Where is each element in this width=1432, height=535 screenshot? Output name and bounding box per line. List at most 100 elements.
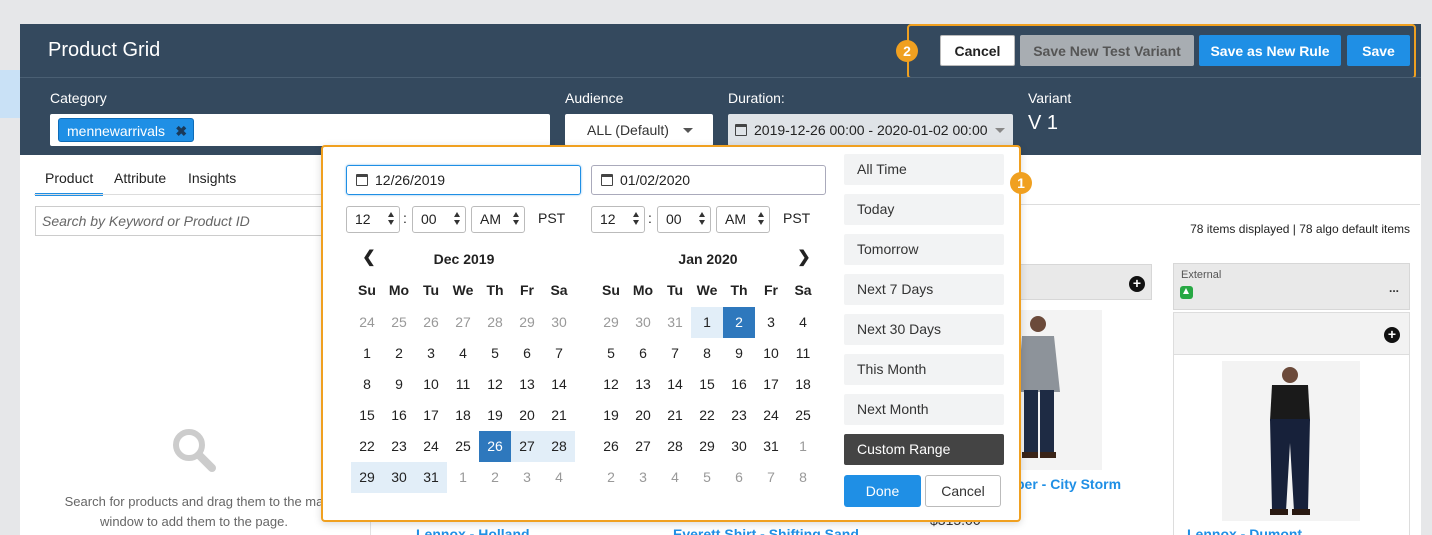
- calendar-day[interactable]: 12: [595, 369, 627, 400]
- calendar-day[interactable]: 29: [691, 431, 723, 462]
- calendar-day[interactable]: 21: [543, 400, 575, 431]
- calendar-day[interactable]: 20: [511, 400, 543, 431]
- more-options-icon[interactable]: ...: [1389, 281, 1399, 295]
- range-option[interactable]: All Time: [844, 154, 1004, 185]
- calendar-day[interactable]: 27: [511, 431, 543, 462]
- tab-attribute[interactable]: Attribute: [114, 170, 166, 186]
- calendar-day[interactable]: 1: [447, 462, 479, 493]
- calendar-day[interactable]: 26: [595, 431, 627, 462]
- calendar-day[interactable]: 2: [383, 338, 415, 369]
- calendar-day[interactable]: 2: [479, 462, 511, 493]
- calendar-day[interactable]: 1: [351, 338, 383, 369]
- calendar-day[interactable]: 1: [691, 307, 723, 338]
- calendar-day[interactable]: 15: [351, 400, 383, 431]
- range-option[interactable]: Next 7 Days: [844, 274, 1004, 305]
- calendar-day[interactable]: 13: [511, 369, 543, 400]
- calendar-day[interactable]: 10: [755, 338, 787, 369]
- calendar-day[interactable]: 29: [595, 307, 627, 338]
- end-date-input[interactable]: 01/02/2020: [591, 165, 826, 195]
- end-hour-select[interactable]: 12: [591, 206, 645, 233]
- calendar-day[interactable]: 28: [479, 307, 511, 338]
- end-ampm-select[interactable]: AM: [716, 206, 770, 233]
- product-name[interactable]: ber - City Storm: [1016, 476, 1121, 492]
- calendar-day[interactable]: 3: [755, 307, 787, 338]
- category-chip[interactable]: mennewarrivals ✖: [58, 118, 195, 143]
- calendar-day[interactable]: 5: [595, 338, 627, 369]
- calendar-day[interactable]: 3: [415, 338, 447, 369]
- calendar-day[interactable]: 1: [787, 431, 819, 462]
- calendar-day[interactable]: 22: [691, 400, 723, 431]
- calendar-day[interactable]: 18: [787, 369, 819, 400]
- product-name[interactable]: Lennox - Dumont: [1187, 526, 1302, 535]
- calendar-day[interactable]: 7: [755, 462, 787, 493]
- calendar-day[interactable]: 4: [447, 338, 479, 369]
- calendar-day[interactable]: 16: [723, 369, 755, 400]
- calendar-day[interactable]: 11: [447, 369, 479, 400]
- calendar-day[interactable]: 21: [659, 400, 691, 431]
- calendar-day[interactable]: 9: [723, 338, 755, 369]
- category-input[interactable]: mennewarrivals ✖: [50, 114, 550, 146]
- chip-remove-icon[interactable]: ✖: [175, 119, 187, 143]
- calendar-day[interactable]: 30: [627, 307, 659, 338]
- add-icon[interactable]: +: [1384, 327, 1400, 343]
- calendar-day[interactable]: 29: [511, 307, 543, 338]
- start-minute-select[interactable]: 00: [412, 206, 466, 233]
- calendar-day[interactable]: 4: [659, 462, 691, 493]
- calendar-day[interactable]: 7: [543, 338, 575, 369]
- calendar-day[interactable]: 4: [543, 462, 575, 493]
- calendar-day[interactable]: 8: [787, 462, 819, 493]
- duration-select[interactable]: 2019-12-26 00:00 - 2020-01-02 00:00: [728, 114, 1013, 146]
- calendar-day[interactable]: 22: [351, 431, 383, 462]
- product-name[interactable]: Everett Shirt - Shifting Sand: [673, 526, 859, 535]
- calendar-day[interactable]: 25: [383, 307, 415, 338]
- calendar-day[interactable]: 28: [659, 431, 691, 462]
- calendar-day[interactable]: 15: [691, 369, 723, 400]
- calendar-day[interactable]: 24: [415, 431, 447, 462]
- chevron-left-icon[interactable]: ❮: [362, 250, 376, 266]
- add-icon[interactable]: +: [1129, 276, 1145, 292]
- calendar-day[interactable]: 31: [415, 462, 447, 493]
- done-button[interactable]: Done: [844, 475, 921, 507]
- calendar-day[interactable]: 27: [627, 431, 659, 462]
- calendar-day[interactable]: 6: [627, 338, 659, 369]
- calendar-day[interactable]: 5: [479, 338, 511, 369]
- calendar-day[interactable]: 31: [659, 307, 691, 338]
- calendar-day[interactable]: 19: [595, 400, 627, 431]
- calendar-day[interactable]: 25: [447, 431, 479, 462]
- cancel-picker-button[interactable]: Cancel: [925, 475, 1001, 507]
- calendar-day[interactable]: 2: [595, 462, 627, 493]
- range-option[interactable]: Next Month: [844, 394, 1004, 425]
- calendar-day[interactable]: 24: [755, 400, 787, 431]
- calendar-day[interactable]: 24: [351, 307, 383, 338]
- calendar-day[interactable]: 18: [447, 400, 479, 431]
- calendar-day[interactable]: 7: [659, 338, 691, 369]
- range-option[interactable]: Tomorrow: [844, 234, 1004, 265]
- calendar-day[interactable]: 16: [383, 400, 415, 431]
- calendar-day[interactable]: 12: [479, 369, 511, 400]
- range-option[interactable]: Custom Range: [844, 434, 1004, 465]
- range-option[interactable]: This Month: [844, 354, 1004, 385]
- calendar-day[interactable]: 2: [723, 307, 755, 338]
- end-minute-select[interactable]: 00: [657, 206, 711, 233]
- calendar-day[interactable]: 3: [511, 462, 543, 493]
- calendar-day[interactable]: 20: [627, 400, 659, 431]
- calendar-day[interactable]: 10: [415, 369, 447, 400]
- calendar-day[interactable]: 9: [383, 369, 415, 400]
- calendar-day[interactable]: 8: [351, 369, 383, 400]
- calendar-day[interactable]: 6: [511, 338, 543, 369]
- calendar-day[interactable]: 19: [479, 400, 511, 431]
- calendar-day[interactable]: 8: [691, 338, 723, 369]
- calendar-day[interactable]: 13: [627, 369, 659, 400]
- calendar-day[interactable]: 29: [351, 462, 383, 493]
- chevron-right-icon[interactable]: ❯: [797, 250, 811, 266]
- start-hour-select[interactable]: 12: [346, 206, 400, 233]
- product-search-input[interactable]: Search by Keyword or Product ID: [35, 206, 335, 236]
- calendar-day[interactable]: 26: [479, 431, 511, 462]
- calendar-day[interactable]: 30: [723, 431, 755, 462]
- calendar-day[interactable]: 6: [723, 462, 755, 493]
- product-name[interactable]: Lennox - Holland: [416, 526, 530, 535]
- calendar-day[interactable]: 23: [383, 431, 415, 462]
- range-option[interactable]: Next 30 Days: [844, 314, 1004, 345]
- calendar-day[interactable]: 27: [447, 307, 479, 338]
- range-option[interactable]: Today: [844, 194, 1004, 225]
